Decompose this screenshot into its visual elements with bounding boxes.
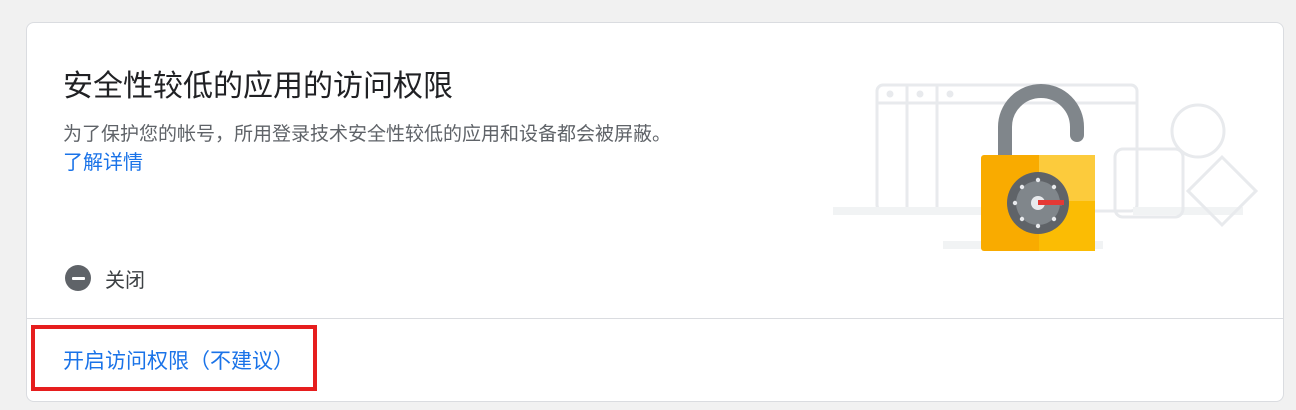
learn-more-link[interactable]: 了解详情 [63, 146, 143, 175]
minus-circle-icon [65, 265, 91, 291]
open-padlock-icon [981, 155, 1095, 251]
security-lock-illustration [833, 83, 1259, 251]
enable-access-link[interactable]: 开启访问权限（不建议） [63, 345, 294, 375]
divider [27, 318, 1283, 319]
description-text: 为了保护您的帐号，所用登录技术安全性较低的应用和设备都会被屏蔽。 [63, 123, 672, 145]
page-title: 安全性较低的应用的访问权限 [63, 69, 453, 104]
less-secure-apps-card: 安全性较低的应用的访问权限 为了保护您的帐号，所用登录技术安全性较低的应用和设备… [26, 22, 1284, 402]
access-status: 关闭 [65, 263, 145, 293]
status-label: 关闭 [105, 267, 145, 292]
